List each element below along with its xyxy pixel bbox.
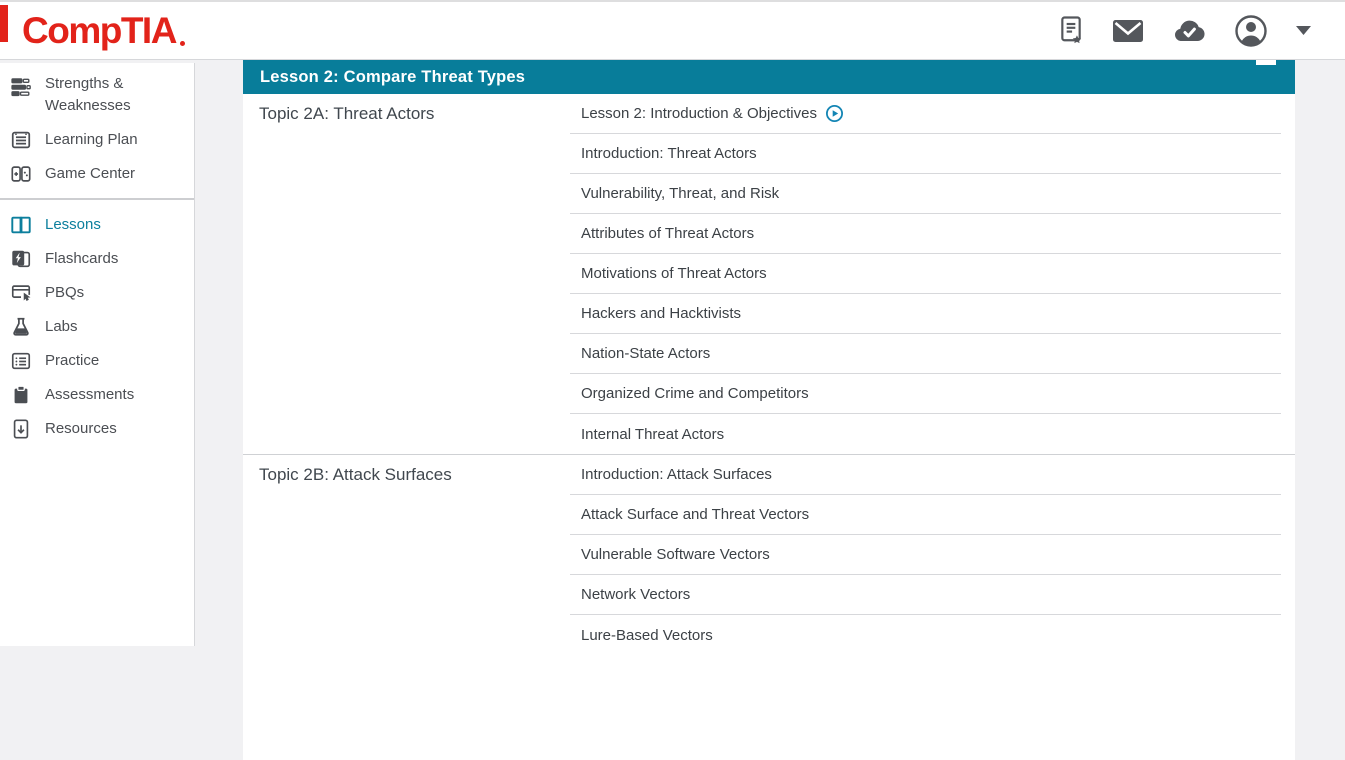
lesson-item-label: Introduction: Attack Surfaces bbox=[581, 466, 772, 483]
lesson-item-label: Motivations of Threat Actors bbox=[581, 265, 767, 282]
collapse-lesson-button[interactable] bbox=[1256, 60, 1276, 65]
brand-red-strip bbox=[0, 5, 8, 42]
lesson-item[interactable]: Attributes of Threat Actors bbox=[570, 214, 1281, 254]
play-video-icon[interactable] bbox=[826, 105, 843, 122]
pbqs-icon bbox=[10, 282, 32, 304]
sidebar-item-assessments[interactable]: Assessments bbox=[0, 378, 194, 412]
lesson-item[interactable]: Introduction: Threat Actors bbox=[570, 134, 1281, 174]
lesson-item-label: Attack Surface and Threat Vectors bbox=[581, 506, 809, 523]
lesson-item[interactable]: Lesson 2: Introduction & Objectives bbox=[570, 94, 1281, 134]
flashcards-icon bbox=[10, 248, 32, 270]
practice-list-icon bbox=[10, 350, 32, 372]
lesson-item[interactable]: Vulnerability, Threat, and Risk bbox=[570, 174, 1281, 214]
sidebar-item-lessons[interactable]: Lessons bbox=[0, 208, 194, 242]
resources-download-icon bbox=[10, 418, 32, 440]
sidebar-item-label: Assessments bbox=[45, 384, 134, 406]
lesson-item[interactable]: Lure-Based Vectors bbox=[570, 615, 1281, 655]
lesson-item-label: Network Vectors bbox=[581, 586, 690, 603]
lesson-title: Lesson 2: Compare Threat Types bbox=[260, 68, 525, 87]
sidebar-item-label: Resources bbox=[45, 418, 117, 440]
lesson-item[interactable]: Organized Crime and Competitors bbox=[570, 374, 1281, 414]
sidebar-nav: Strengths & Weaknesses Learning Plan Gam… bbox=[0, 63, 195, 646]
comptia-logo[interactable]: CompTIA bbox=[22, 12, 176, 49]
lesson-item-label: Internal Threat Actors bbox=[581, 426, 724, 443]
lesson-item[interactable]: Hackers and Hacktivists bbox=[570, 294, 1281, 334]
lesson-item-label: Lesson 2: Introduction & Objectives bbox=[581, 105, 817, 122]
sidebar-item-pbqs[interactable]: PBQs bbox=[0, 276, 194, 310]
sidebar-item-label: Game Center bbox=[45, 163, 135, 185]
sidebar-item-label: Learning Plan bbox=[45, 129, 138, 151]
sidebar-item-practice[interactable]: Practice bbox=[0, 344, 194, 378]
cloud-sync-icon[interactable] bbox=[1172, 18, 1206, 44]
sidebar-item-label: Practice bbox=[45, 350, 99, 372]
comptia-logo-text: CompTIA bbox=[22, 10, 176, 51]
learning-plan-icon bbox=[10, 129, 32, 151]
sidebar-item-label: Strengths & Weaknesses bbox=[45, 73, 163, 117]
lesson-item[interactable]: Motivations of Threat Actors bbox=[570, 254, 1281, 294]
lesson-header-bar: Lesson 2: Compare Threat Types bbox=[243, 60, 1295, 94]
caret-down-icon[interactable] bbox=[1296, 26, 1311, 35]
lessons-book-icon bbox=[10, 214, 32, 236]
topic-section-2a: Topic 2A: Threat Actors Lesson 2: Introd… bbox=[243, 94, 1295, 455]
lesson-item[interactable]: Nation-State Actors bbox=[570, 334, 1281, 374]
lesson-item[interactable]: Vulnerable Software Vectors bbox=[570, 535, 1281, 575]
strengths-weaknesses-icon bbox=[10, 76, 32, 98]
lesson-item-label: Hackers and Hacktivists bbox=[581, 305, 741, 322]
topic-left-column: Topic 2B: Attack Surfaces bbox=[243, 455, 570, 655]
header-icon-group bbox=[1058, 14, 1311, 48]
sidebar-item-game-center[interactable]: Game Center bbox=[0, 157, 194, 191]
lesson-item-label: Vulnerability, Threat, and Risk bbox=[581, 185, 779, 202]
sidebar-item-label: Labs bbox=[45, 316, 78, 338]
sidebar-item-label: PBQs bbox=[45, 282, 84, 304]
registered-mark-dot bbox=[180, 41, 185, 46]
topic-title: Topic 2B: Attack Surfaces bbox=[259, 465, 554, 485]
lesson-item[interactable]: Network Vectors bbox=[570, 575, 1281, 615]
lesson-item-label: Attributes of Threat Actors bbox=[581, 225, 754, 242]
lesson-item[interactable]: Attack Surface and Threat Vectors bbox=[570, 495, 1281, 535]
lesson-item[interactable]: Introduction: Attack Surfaces bbox=[570, 455, 1281, 495]
topic-left-column: Topic 2A: Threat Actors bbox=[243, 94, 570, 454]
game-center-icon bbox=[10, 163, 32, 185]
sidebar-item-resources[interactable]: Resources bbox=[0, 412, 194, 446]
sidebar-section-divider bbox=[0, 198, 194, 200]
top-header: CompTIA bbox=[0, 0, 1345, 60]
messages-envelope-icon[interactable] bbox=[1112, 19, 1144, 43]
topic-section-2b: Topic 2B: Attack Surfaces Introduction: … bbox=[243, 455, 1295, 655]
sidebar-item-flashcards[interactable]: Flashcards bbox=[0, 242, 194, 276]
lesson-item-label: Organized Crime and Competitors bbox=[581, 385, 809, 402]
lesson-item-label: Introduction: Threat Actors bbox=[581, 145, 757, 162]
lesson-item[interactable]: Internal Threat Actors bbox=[570, 414, 1281, 454]
labs-flask-icon bbox=[10, 316, 32, 338]
topic-lesson-list: Lesson 2: Introduction & Objectives Intr… bbox=[570, 94, 1295, 454]
sidebar-item-label: Flashcards bbox=[45, 248, 118, 270]
sidebar-item-label: Lessons bbox=[45, 214, 101, 236]
lesson-item-label: Vulnerable Software Vectors bbox=[581, 546, 770, 563]
assessments-clipboard-icon bbox=[10, 384, 32, 406]
lesson-panel: Lesson 2: Compare Threat Types Topic 2A:… bbox=[243, 60, 1295, 760]
account-icon[interactable] bbox=[1234, 14, 1268, 48]
sidebar-item-labs[interactable]: Labs bbox=[0, 310, 194, 344]
sidebar-item-strengths-weaknesses[interactable]: Strengths & Weaknesses bbox=[0, 67, 194, 123]
lesson-item-label: Nation-State Actors bbox=[581, 345, 710, 362]
sidebar-item-learning-plan[interactable]: Learning Plan bbox=[0, 123, 194, 157]
topic-lesson-list: Introduction: Attack Surfaces Attack Sur… bbox=[570, 455, 1295, 655]
topic-title: Topic 2A: Threat Actors bbox=[259, 104, 554, 124]
transcript-document-icon[interactable] bbox=[1058, 15, 1084, 46]
lesson-item-label: Lure-Based Vectors bbox=[581, 627, 713, 644]
